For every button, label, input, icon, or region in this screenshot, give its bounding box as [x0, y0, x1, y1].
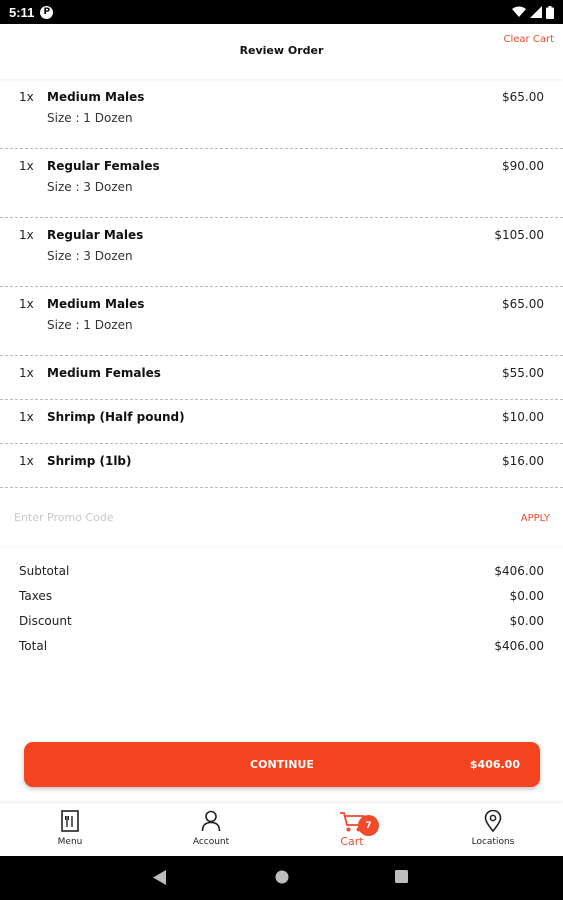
- battery-icon: [546, 5, 554, 19]
- item-price: $16.00: [502, 454, 544, 468]
- nav-label-locations: Locations: [471, 837, 515, 847]
- order-item-list: 1x Medium Males Size : 1 Dozen $65.00 1x…: [0, 80, 563, 488]
- item-price: $55.00: [502, 366, 544, 380]
- nav-item-menu[interactable]: Menu: [0, 803, 140, 856]
- item-name: Medium Females: [47, 366, 161, 380]
- item-price: $65.00: [502, 297, 544, 311]
- back-icon[interactable]: [153, 870, 167, 885]
- item-name: Shrimp (1lb): [47, 454, 132, 468]
- item-quantity: 1x: [19, 159, 34, 173]
- item-price: $105.00: [494, 228, 544, 242]
- item-name: Regular Males: [47, 228, 144, 242]
- total-label: Total: [19, 639, 48, 653]
- item-size: Size : 3 Dozen: [47, 249, 133, 263]
- taxes-value: $0.00: [509, 589, 544, 603]
- total-row: Total $406.00: [0, 637, 563, 662]
- promo-code-input[interactable]: [14, 511, 414, 524]
- item-quantity: 1x: [19, 228, 34, 242]
- continue-total: $406.00: [469, 758, 520, 771]
- item-size: Size : 1 Dozen: [47, 318, 133, 332]
- nav-label-cart: Cart: [340, 835, 364, 848]
- discount-value: $0.00: [509, 614, 544, 628]
- item-name: Shrimp (Half pound): [47, 410, 185, 424]
- continue-label: CONTINUE: [250, 758, 314, 771]
- nav-label-account: Account: [192, 837, 230, 847]
- order-item[interactable]: 1x Shrimp (Half pound) $10.00: [0, 400, 563, 444]
- taxes-row: Taxes $0.00: [0, 587, 563, 612]
- order-item[interactable]: 1x Medium Males Size : 1 Dozen $65.00: [0, 80, 563, 149]
- page-title: Review Order: [239, 44, 324, 57]
- order-item[interactable]: 1x Medium Females $55.00: [0, 356, 563, 400]
- signal-icon: [530, 6, 542, 18]
- total-value: $406.00: [494, 639, 544, 653]
- item-price: $90.00: [502, 159, 544, 173]
- home-icon[interactable]: [275, 870, 289, 884]
- apply-promo-button[interactable]: APPLY: [521, 513, 550, 524]
- nav-item-cart[interactable]: 7 Cart: [282, 803, 422, 856]
- item-quantity: 1x: [19, 454, 34, 468]
- item-name: Medium Males: [47, 297, 145, 311]
- nav-item-account[interactable]: Account: [141, 803, 281, 856]
- order-item[interactable]: 1x Regular Females Size : 3 Dozen $90.00: [0, 149, 563, 218]
- system-nav-bar: [0, 856, 563, 900]
- item-size: Size : 3 Dozen: [47, 180, 133, 194]
- status-bar: 5:11 P: [0, 0, 563, 24]
- item-quantity: 1x: [19, 297, 34, 311]
- continue-button[interactable]: CONTINUE $406.00: [24, 742, 540, 787]
- status-icons: [512, 5, 554, 19]
- order-summary: Subtotal $406.00 Taxes $0.00 Discount $0…: [0, 562, 563, 662]
- app-header: Review Order Clear Cart: [0, 24, 563, 79]
- order-item[interactable]: 1x Medium Males Size : 1 Dozen $65.00: [0, 287, 563, 356]
- item-quantity: 1x: [19, 366, 34, 380]
- notification-icon: P: [40, 5, 54, 19]
- nav-label-menu: Menu: [57, 837, 83, 847]
- item-quantity: 1x: [19, 90, 34, 104]
- recents-icon[interactable]: [395, 870, 408, 883]
- menu-icon: [61, 810, 79, 832]
- location-pin-icon: [484, 810, 502, 832]
- discount-row: Discount $0.00: [0, 612, 563, 637]
- taxes-label: Taxes: [19, 589, 53, 603]
- item-price: $10.00: [502, 410, 544, 424]
- item-name: Medium Males: [47, 90, 145, 104]
- account-icon: [201, 810, 221, 832]
- item-quantity: 1x: [19, 410, 34, 424]
- status-time: 5:11: [9, 4, 35, 20]
- clear-cart-button[interactable]: Clear Cart: [504, 34, 554, 45]
- promo-code-section: APPLY: [0, 488, 563, 546]
- subtotal-value: $406.00: [494, 564, 544, 578]
- bottom-nav: Menu Account 7 Cart Locations: [0, 803, 563, 856]
- cart-count-badge: 7: [358, 815, 379, 836]
- item-size: Size : 1 Dozen: [47, 111, 133, 125]
- item-name: Regular Females: [47, 159, 160, 173]
- subtotal-row: Subtotal $406.00: [0, 562, 563, 587]
- order-item[interactable]: 1x Regular Males Size : 3 Dozen $105.00: [0, 218, 563, 287]
- discount-label: Discount: [19, 614, 72, 628]
- nav-item-locations[interactable]: Locations: [423, 803, 563, 856]
- subtotal-label: Subtotal: [19, 564, 70, 578]
- item-price: $65.00: [502, 90, 544, 104]
- order-item[interactable]: 1x Shrimp (1lb) $16.00: [0, 444, 563, 488]
- wifi-icon: [512, 6, 526, 17]
